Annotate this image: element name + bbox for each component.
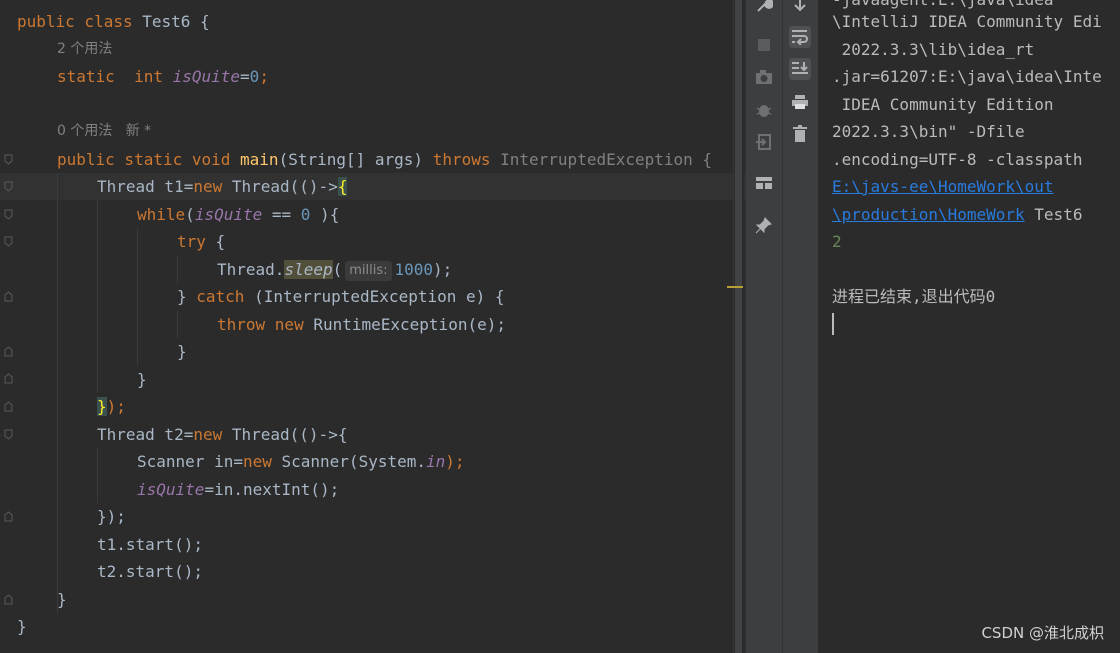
indent-guide <box>97 200 98 393</box>
run-toolbar <box>745 0 783 653</box>
watermark: CSDN @淮北成枳 <box>981 624 1104 642</box>
code-line: }); <box>97 507 126 526</box>
code-line: } <box>17 617 27 636</box>
stop-icon[interactable] <box>753 34 775 56</box>
fold-marker-icon[interactable] <box>4 236 13 247</box>
classpath-link[interactable]: \production\HomeWork <box>832 205 1025 224</box>
indent-guide <box>177 311 178 338</box>
console-line: \production\HomeWork Test6 <box>832 205 1083 224</box>
usage-hint[interactable]: 2 个用法 <box>57 36 112 63</box>
console-line: E:\javs-ee\HomeWork\out <box>832 173 1054 200</box>
indent-guide <box>97 448 98 503</box>
text-caret <box>832 313 834 335</box>
fold-marker-icon[interactable] <box>4 209 13 220</box>
code-line: } catch (InterruptedException e) { <box>177 287 505 306</box>
fold-marker-icon[interactable] <box>4 154 13 165</box>
classpath-link[interactable]: E:\javs-ee\HomeWork\out <box>832 177 1054 196</box>
indent-guide <box>177 256 178 283</box>
code-line: Thread t1=new Thread(()->{ <box>97 177 348 196</box>
layout-icon[interactable] <box>753 172 775 194</box>
scroll-to-end-icon[interactable] <box>789 58 811 80</box>
indent-guide <box>57 173 58 613</box>
debug-icon[interactable] <box>753 99 775 121</box>
code-line: Thread t2=new Thread(()->{ <box>97 425 348 444</box>
fold-marker-icon[interactable] <box>4 429 13 440</box>
console-line: .encoding=UTF-8 -classpath <box>832 150 1083 169</box>
camera-icon[interactable] <box>753 66 775 88</box>
pin-icon[interactable] <box>753 214 775 236</box>
fold-marker-icon[interactable] <box>4 511 13 522</box>
code-line: } <box>177 342 187 361</box>
code-line: public static void main(String[] args) t… <box>57 150 713 169</box>
console-line: 2022.3.3\bin" -Dfile <box>832 122 1025 141</box>
warning-marker[interactable] <box>727 286 743 288</box>
print-icon[interactable] <box>789 91 811 113</box>
console-line: .jar=61207:E:\java\idea\Inte <box>832 67 1102 86</box>
code-line: isQuite=in.nextInt(); <box>137 480 340 499</box>
fold-marker-icon[interactable] <box>4 373 13 384</box>
code-line: while(isQuite == 0 ){ <box>137 205 340 224</box>
code-line: t2.start(); <box>97 562 203 581</box>
gutter <box>0 0 17 653</box>
fold-marker-icon[interactable] <box>4 401 13 412</box>
trash-icon[interactable] <box>789 123 811 145</box>
code-line: try { <box>177 232 226 251</box>
fold-marker-icon[interactable] <box>4 291 13 302</box>
down-arrow-icon[interactable] <box>789 0 811 16</box>
console-line: 2022.3.3\lib\idea_rt <box>832 40 1035 59</box>
fold-marker-icon[interactable] <box>4 346 13 357</box>
console-line: \IntelliJ IDEA Community Edi <box>832 12 1102 31</box>
scrollbar-thumb[interactable] <box>735 0 742 653</box>
soft-wrap-icon[interactable] <box>789 26 811 48</box>
code-line: Thread.sleep(millis: 1000); <box>217 260 453 281</box>
exit-icon[interactable] <box>753 131 775 153</box>
parameter-hint: millis: <box>345 261 392 281</box>
console-input-echo: 2 <box>832 232 842 251</box>
fold-marker-icon[interactable] <box>4 181 13 192</box>
code-line: } <box>57 590 67 609</box>
console-line: IDEA Community Edition <box>832 95 1054 114</box>
code-line: t1.start(); <box>97 535 203 554</box>
fold-marker-icon[interactable] <box>4 594 13 605</box>
code-line: public class Test6 { <box>17 12 210 31</box>
console-toolbar <box>782 0 819 653</box>
code-line: } <box>137 370 147 389</box>
exit-message: 进程已结束,退出代码0 <box>832 287 996 306</box>
code-line: static int isQuite=0; <box>57 67 269 86</box>
code-editor[interactable]: 0 个用法 新 * public class Test6 { 2 个用法 sta… <box>0 0 745 653</box>
indent-guide <box>137 228 138 365</box>
usage-hint[interactable]: 0 个用法 新 * <box>57 118 151 145</box>
code-line: Scanner in=new Scanner(System.in); <box>137 452 465 471</box>
code-line: throw new RuntimeException(e); <box>217 315 506 334</box>
wrench-icon[interactable] <box>753 0 775 16</box>
run-console[interactable]: -javaagent:E:\java\idea \IntelliJ IDEA C… <box>818 0 1120 653</box>
code-line: }); <box>97 397 126 416</box>
